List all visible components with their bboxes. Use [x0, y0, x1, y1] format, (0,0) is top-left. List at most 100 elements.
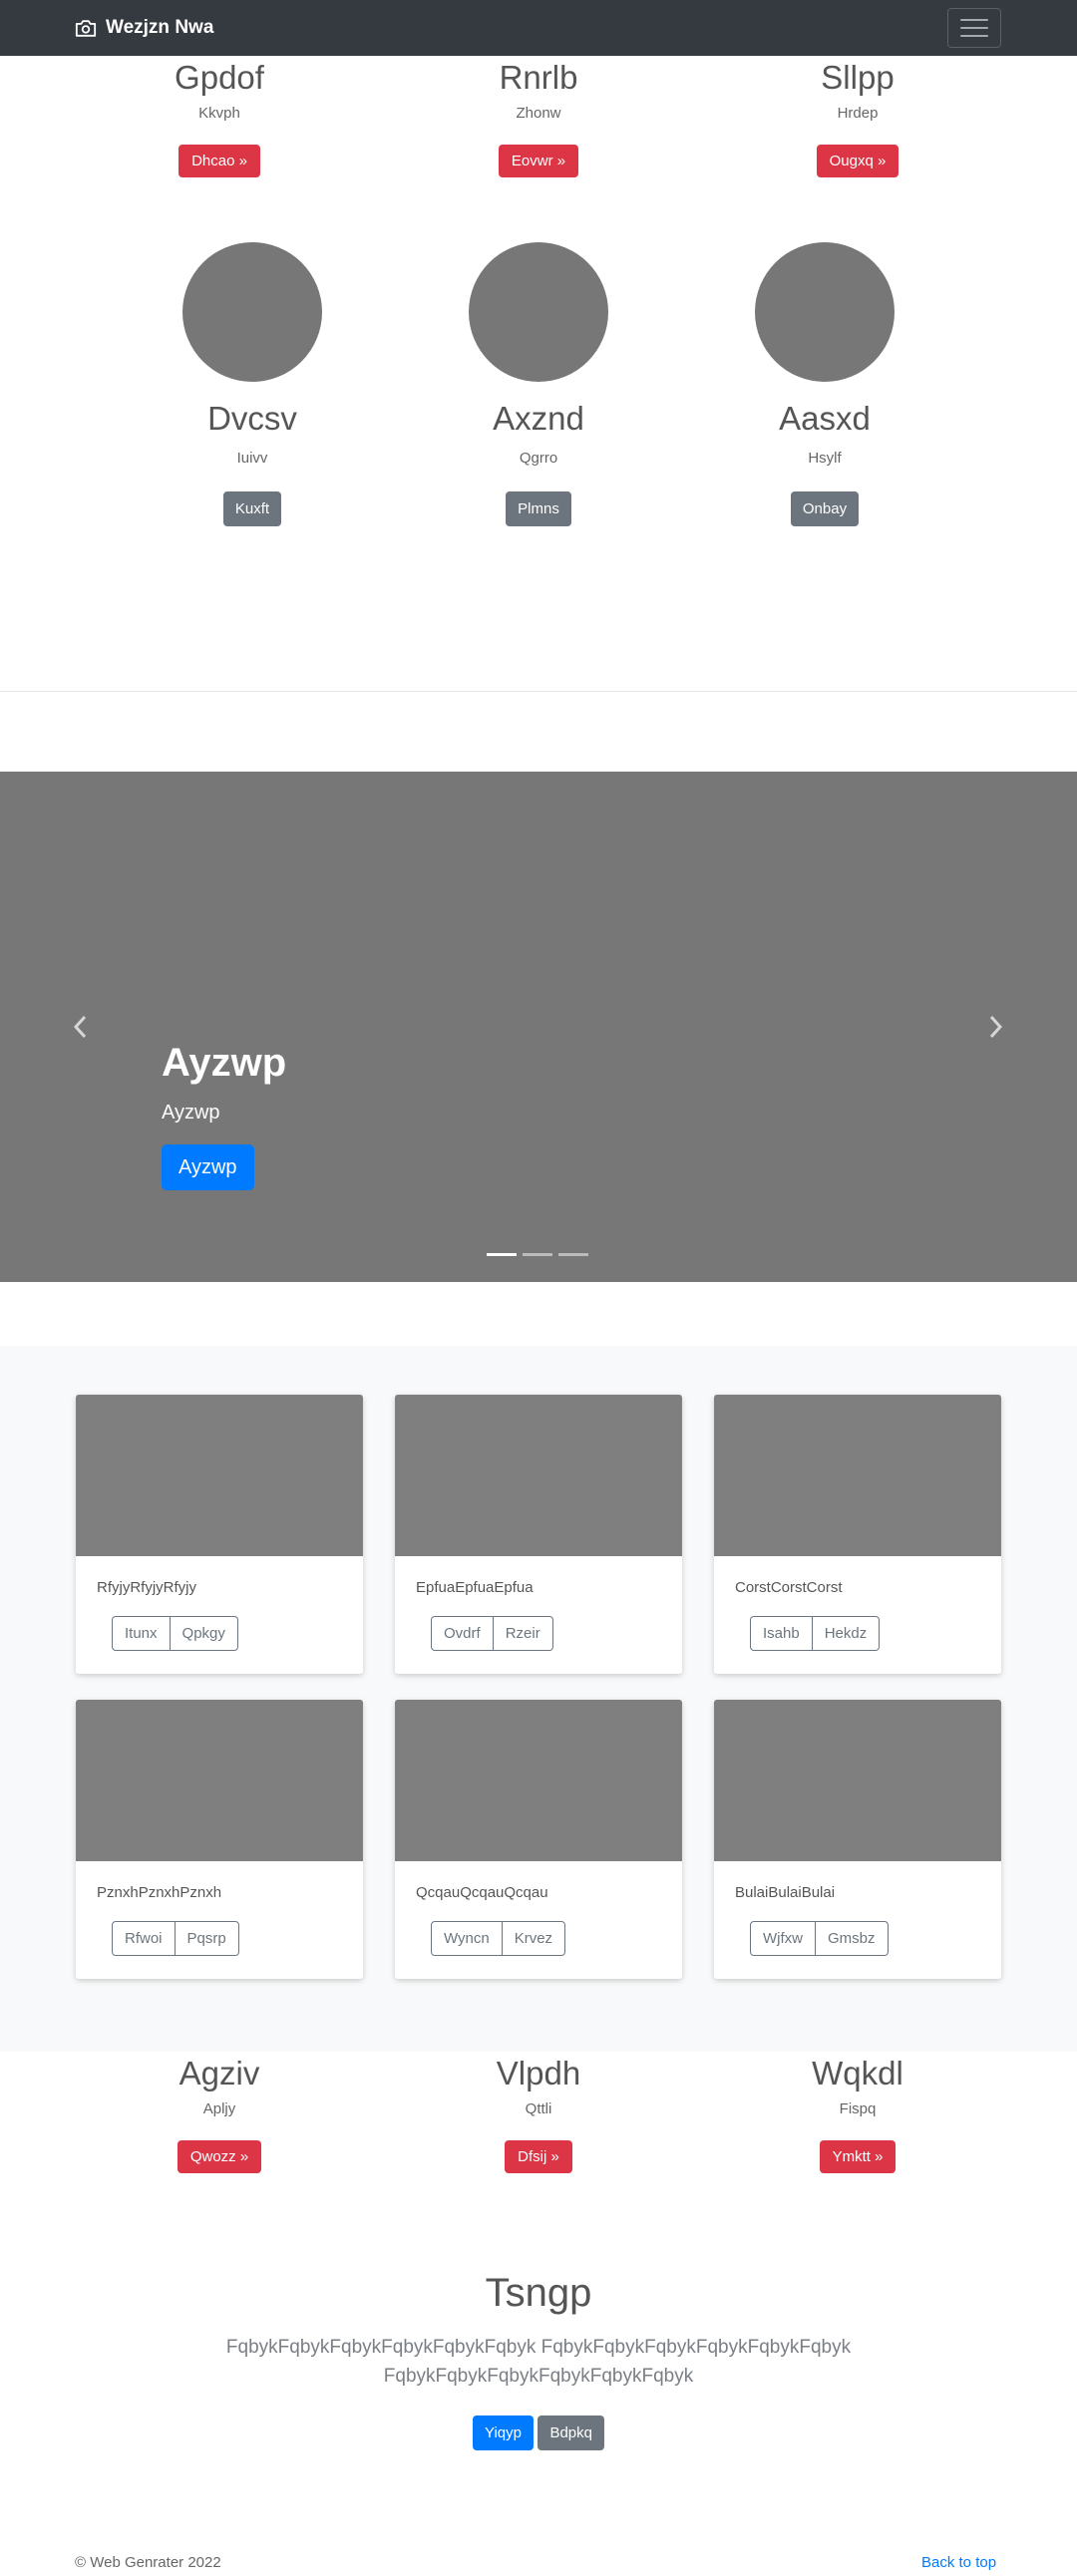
circle-title: Aasxd: [779, 400, 871, 437]
card-thumbnail: [76, 1700, 363, 1861]
circle-title: Axznd: [493, 400, 584, 437]
card-button-group: Itunx Qpkgy: [112, 1616, 363, 1651]
album-card: EpfuaEpfuaEpfua Ovdrf Rzeir: [395, 1395, 682, 1674]
brand-label: Wezjzn Nwa: [106, 17, 214, 38]
card-text: CorstCorstCorst: [735, 1579, 843, 1596]
feature-column: Agziv Apljy Qwozz »: [60, 2057, 379, 2173]
circle-feature: Aasxd Hsylf Onbay: [675, 242, 974, 526]
feature-text: Qttli: [525, 2100, 552, 2117]
navbar-toggler-button[interactable]: [947, 8, 1001, 48]
album-card: CorstCorstCorst Isahb Hekdz: [714, 1395, 1001, 1674]
card-thumbnail: [395, 1395, 682, 1556]
feature-button[interactable]: Qwozz »: [177, 2140, 262, 2173]
carousel: Ayzwp Ayzwp Ayzwp: [0, 772, 1077, 1282]
card-button[interactable]: Qpkgy: [170, 1616, 238, 1651]
card-button[interactable]: Wyncn: [431, 1921, 503, 1956]
feature-column: Vlpdh Qttli Dfsij »: [379, 2057, 698, 2173]
carousel-heading: Ayzwp: [162, 1041, 287, 1085]
album-card: PznxhPznxhPznxh Rfwoi Pqsrp: [76, 1700, 363, 1979]
feature-button[interactable]: Eovwr »: [498, 145, 579, 177]
placeholder-circle-image: [182, 242, 322, 382]
navbar-brand[interactable]: Wezjzn Nwa: [75, 0, 213, 56]
jumbotron: Tsngp FqbykFqbykFqbykFqbykFqbykFqbyk Fqb…: [0, 2273, 1077, 2450]
circle-button[interactable]: Onbay: [790, 491, 860, 526]
card-button[interactable]: Gmsbz: [816, 1921, 889, 1956]
feature-title: Vlpdh: [496, 2055, 581, 2092]
hamburger-menu-icon: [960, 19, 988, 21]
card-button[interactable]: Hekdz: [812, 1616, 881, 1651]
jumbotron-lead: FqbykFqbykFqbykFqbykFqbykFqbyk FqbykFqby…: [225, 2337, 852, 2388]
card-text: PznxhPznxhPznxh: [97, 1884, 222, 1901]
card-button[interactable]: Pqsrp: [175, 1921, 239, 1956]
jumbotron-buttons: Yiqyp Bdpkq: [0, 2415, 1077, 2450]
card-text: EpfuaEpfuaEpfua: [416, 1579, 534, 1596]
circle-button[interactable]: Kuxft: [222, 491, 282, 526]
feature-title: Agziv: [179, 2055, 260, 2092]
album-card: RfyjyRfyjyRfyjy Itunx Qpkgy: [76, 1395, 363, 1674]
carousel-indicator[interactable]: [487, 1253, 517, 1256]
card-button[interactable]: Rfwoi: [112, 1921, 176, 1956]
circle-title: Dvcsv: [207, 400, 297, 437]
card-thumbnail: [395, 1700, 682, 1861]
feature-column: Gpdof Kkvph Dhcao »: [60, 61, 379, 177]
card-button[interactable]: Krvez: [502, 1921, 566, 1956]
feature-title: Sllpp: [821, 59, 895, 96]
carousel-indicator[interactable]: [523, 1253, 552, 1256]
card-button-group: Isahb Hekdz: [750, 1616, 1001, 1651]
card-thumbnail: [76, 1395, 363, 1556]
feature-button[interactable]: Ymktt »: [819, 2140, 897, 2173]
circle-button[interactable]: Plmns: [506, 491, 571, 526]
feature-text: Fispq: [839, 2100, 877, 2117]
card-button-group: Wjfxw Gmsbz: [750, 1921, 1001, 1956]
card-button[interactable]: Rzeir: [493, 1616, 553, 1651]
carousel-caption: Ayzwp Ayzwp Ayzwp: [162, 1043, 286, 1190]
card-text: BulaiBulaiBulai: [735, 1884, 836, 1901]
jumbotron-title: Tsngp: [485, 2271, 592, 2315]
carousel-indicators: [487, 1253, 588, 1256]
card-button[interactable]: Itunx: [112, 1616, 171, 1651]
card-button[interactable]: Ovdrf: [431, 1616, 494, 1651]
card-text: RfyjyRfyjyRfyjy: [97, 1579, 196, 1596]
back-to-top-link[interactable]: Back to top: [921, 2555, 996, 2570]
feature-button[interactable]: Dhcao »: [179, 145, 260, 177]
circle-text: Qgrro: [519, 450, 558, 467]
feature-text: Zhonw: [516, 105, 561, 122]
camera-icon: [75, 19, 97, 37]
chevron-right-icon[interactable]: [984, 1013, 1006, 1041]
card-button-group: Ovdrf Rzeir: [431, 1616, 682, 1651]
circle-text: Iuivv: [236, 450, 268, 467]
card-button-group: Wyncn Krvez: [431, 1921, 682, 1956]
placeholder-circle-image: [755, 242, 895, 382]
feature-text: Kkvph: [198, 105, 240, 122]
feature-title: Gpdof: [175, 59, 264, 96]
circle-feature: Dvcsv Iuivv Kuxft: [103, 242, 402, 526]
circle-text: Hsylf: [808, 450, 842, 467]
placeholder-circle-image: [469, 242, 608, 382]
album-card: BulaiBulaiBulai Wjfxw Gmsbz: [714, 1700, 1001, 1979]
divider: [0, 691, 1077, 692]
feature-column: Rnrlb Zhonw Eovwr »: [379, 61, 698, 177]
footer-copyright: © Web Genrater 2022: [75, 2554, 221, 2571]
carousel-button[interactable]: Ayzwp: [162, 1144, 254, 1190]
card-button[interactable]: Isahb: [750, 1616, 813, 1651]
feature-text: Hrdep: [837, 105, 879, 122]
card-thumbnail: [714, 1395, 1001, 1556]
card-text: QcqauQcqauQcqau: [416, 1884, 548, 1901]
primary-button[interactable]: Yiqyp: [473, 2415, 534, 2450]
feature-button[interactable]: Dfsij »: [505, 2140, 572, 2173]
feature-title: Rnrlb: [499, 59, 578, 96]
album-card: QcqauQcqauQcqau Wyncn Krvez: [395, 1700, 682, 1979]
feature-column: Sllpp Hrdep Ougxq »: [698, 61, 1017, 177]
navbar: Wezjzn Nwa: [0, 0, 1077, 56]
card-button-group: Rfwoi Pqsrp: [112, 1921, 363, 1956]
carousel-indicator[interactable]: [558, 1253, 588, 1256]
album-section: RfyjyRfyjyRfyjy Itunx Qpkgy EpfuaEpfuaEp…: [0, 1346, 1077, 2052]
feature-title: Wqkdl: [812, 2055, 903, 2092]
card-thumbnail: [714, 1700, 1001, 1861]
circle-feature: Axznd Qgrro Plmns: [389, 242, 688, 526]
secondary-button[interactable]: Bdpkq: [538, 2415, 604, 2450]
feature-text: Apljy: [202, 2100, 236, 2117]
feature-button[interactable]: Ougxq »: [816, 145, 899, 177]
card-button[interactable]: Wjfxw: [750, 1921, 816, 1956]
chevron-left-icon[interactable]: [70, 1013, 92, 1041]
